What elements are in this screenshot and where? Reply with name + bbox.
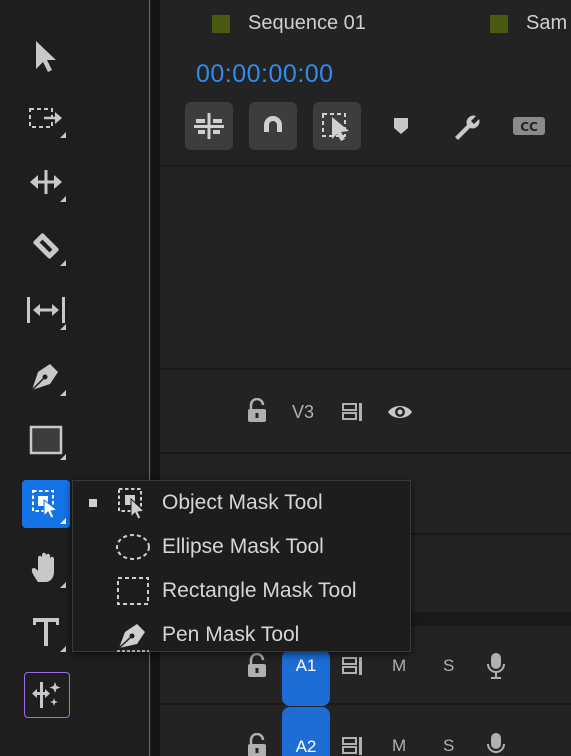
tab-sequence-01[interactable]: Sequence 01 bbox=[212, 12, 366, 35]
marker-icon bbox=[394, 118, 408, 134]
slip-icon bbox=[27, 297, 65, 323]
track-separator bbox=[160, 703, 571, 705]
track-lock-a2[interactable] bbox=[246, 732, 268, 756]
selection-tool[interactable] bbox=[22, 32, 70, 80]
microphone-icon bbox=[487, 653, 505, 679]
mask-tools-flyout-menu: Object Mask Tool Ellipse Mask Tool Recta… bbox=[72, 480, 411, 652]
pen-tool[interactable] bbox=[22, 352, 70, 400]
pen-mask-icon bbox=[113, 615, 153, 655]
track-separator bbox=[160, 452, 571, 454]
object-mask-tool[interactable] bbox=[22, 480, 70, 528]
ellipse-mask-icon bbox=[113, 527, 153, 567]
insert-overwrite-icon bbox=[194, 113, 224, 139]
ripple-edit-tool[interactable] bbox=[22, 158, 70, 206]
menu-item-label: Pen Mask Tool bbox=[162, 623, 300, 646]
track-label-a1[interactable]: A1 bbox=[282, 650, 330, 706]
menu-item-rectangle-mask-tool[interactable]: Rectangle Mask Tool bbox=[73, 569, 410, 613]
menu-item-pen-mask-tool[interactable]: Pen Mask Tool bbox=[73, 613, 410, 657]
track-sync-lock-v3[interactable] bbox=[341, 402, 365, 426]
track-label-a2[interactable]: A2 bbox=[282, 707, 330, 756]
sync-lock-icon bbox=[342, 737, 362, 755]
has-more-tools-indicator bbox=[60, 260, 66, 266]
type-tool[interactable] bbox=[22, 608, 70, 656]
track-lock-a1[interactable] bbox=[246, 652, 268, 683]
generative-extend-tool[interactable] bbox=[24, 672, 70, 718]
playhead-timecode[interactable]: 00:00:00:00 bbox=[196, 60, 334, 89]
closed-captions-icon: CC bbox=[513, 117, 545, 135]
track-select-forward-tool[interactable] bbox=[22, 94, 70, 142]
generative-extend-icon bbox=[32, 682, 61, 708]
nest-sequence-button[interactable] bbox=[185, 102, 233, 150]
solo-track-a2[interactable]: S bbox=[443, 736, 454, 756]
rectangle-tool[interactable] bbox=[22, 416, 70, 464]
sync-lock-icon bbox=[342, 403, 362, 421]
voice-over-record-a1[interactable] bbox=[485, 651, 507, 685]
eye-icon bbox=[388, 406, 412, 418]
unlock-icon bbox=[248, 397, 266, 422]
has-more-tools-indicator bbox=[60, 454, 66, 460]
track-lock-v3[interactable] bbox=[246, 397, 268, 428]
object-mask-icon bbox=[113, 483, 153, 523]
ripple-edit-icon bbox=[30, 170, 62, 194]
menu-item-label: Ellipse Mask Tool bbox=[162, 535, 324, 558]
menu-item-label: Rectangle Mask Tool bbox=[162, 579, 357, 602]
track-select-forward-icon bbox=[29, 108, 62, 128]
selection-arrow-icon bbox=[36, 41, 56, 72]
rectangle-icon bbox=[29, 425, 63, 455]
selected-indicator bbox=[89, 499, 97, 507]
sequence-color-swatch bbox=[212, 14, 230, 33]
captions-button[interactable]: CC bbox=[505, 102, 553, 150]
razor-icon bbox=[33, 233, 59, 259]
sync-lock-icon bbox=[342, 657, 362, 675]
track-separator bbox=[160, 368, 571, 370]
has-more-tools-indicator bbox=[60, 196, 66, 202]
mute-track-a1[interactable]: M bbox=[392, 656, 406, 676]
has-more-tools-indicator bbox=[60, 518, 66, 524]
hand-tool[interactable] bbox=[22, 544, 70, 592]
track-sync-lock-a1[interactable] bbox=[341, 656, 365, 680]
tab-sam[interactable]: Sam bbox=[490, 12, 567, 35]
track-visibility-v3[interactable] bbox=[386, 402, 414, 426]
linked-selection-button[interactable] bbox=[313, 102, 361, 150]
magnet-icon bbox=[264, 116, 282, 136]
track-sync-lock-a2[interactable] bbox=[341, 736, 365, 756]
add-marker-button[interactable] bbox=[377, 102, 425, 150]
tab-label: Sam bbox=[526, 12, 568, 34]
svg-text:CC: CC bbox=[520, 120, 538, 134]
slip-tool[interactable] bbox=[22, 286, 70, 334]
has-more-tools-indicator bbox=[60, 582, 66, 588]
hand-icon bbox=[31, 552, 54, 582]
type-icon bbox=[33, 618, 59, 646]
wrench-icon bbox=[455, 115, 480, 140]
linked-selection-icon bbox=[322, 113, 349, 141]
microphone-icon bbox=[487, 733, 505, 753]
tab-label: Sequence 01 bbox=[248, 12, 366, 34]
has-more-tools-indicator bbox=[60, 646, 66, 652]
unlock-icon bbox=[248, 732, 266, 756]
timeline-header-separator bbox=[160, 165, 571, 167]
voice-over-record-a2[interactable] bbox=[485, 731, 507, 756]
object-mask-icon bbox=[32, 490, 59, 519]
menu-item-label: Object Mask Tool bbox=[162, 491, 323, 514]
razor-tool[interactable] bbox=[22, 222, 70, 270]
mute-track-a2[interactable]: M bbox=[392, 736, 406, 756]
has-more-tools-indicator bbox=[60, 132, 66, 138]
timeline-settings-button[interactable] bbox=[441, 102, 489, 150]
rectangle-mask-icon bbox=[113, 571, 153, 611]
menu-item-ellipse-mask-tool[interactable]: Ellipse Mask Tool bbox=[73, 525, 410, 569]
solo-track-a1[interactable]: S bbox=[443, 656, 454, 676]
has-more-tools-indicator bbox=[60, 324, 66, 330]
has-more-tools-indicator bbox=[60, 390, 66, 396]
snap-button[interactable] bbox=[249, 102, 297, 150]
pen-icon bbox=[31, 364, 58, 391]
sequence-color-swatch bbox=[490, 14, 508, 33]
menu-item-object-mask-tool[interactable]: Object Mask Tool bbox=[73, 481, 410, 525]
track-label-v3[interactable]: V3 bbox=[292, 402, 314, 423]
